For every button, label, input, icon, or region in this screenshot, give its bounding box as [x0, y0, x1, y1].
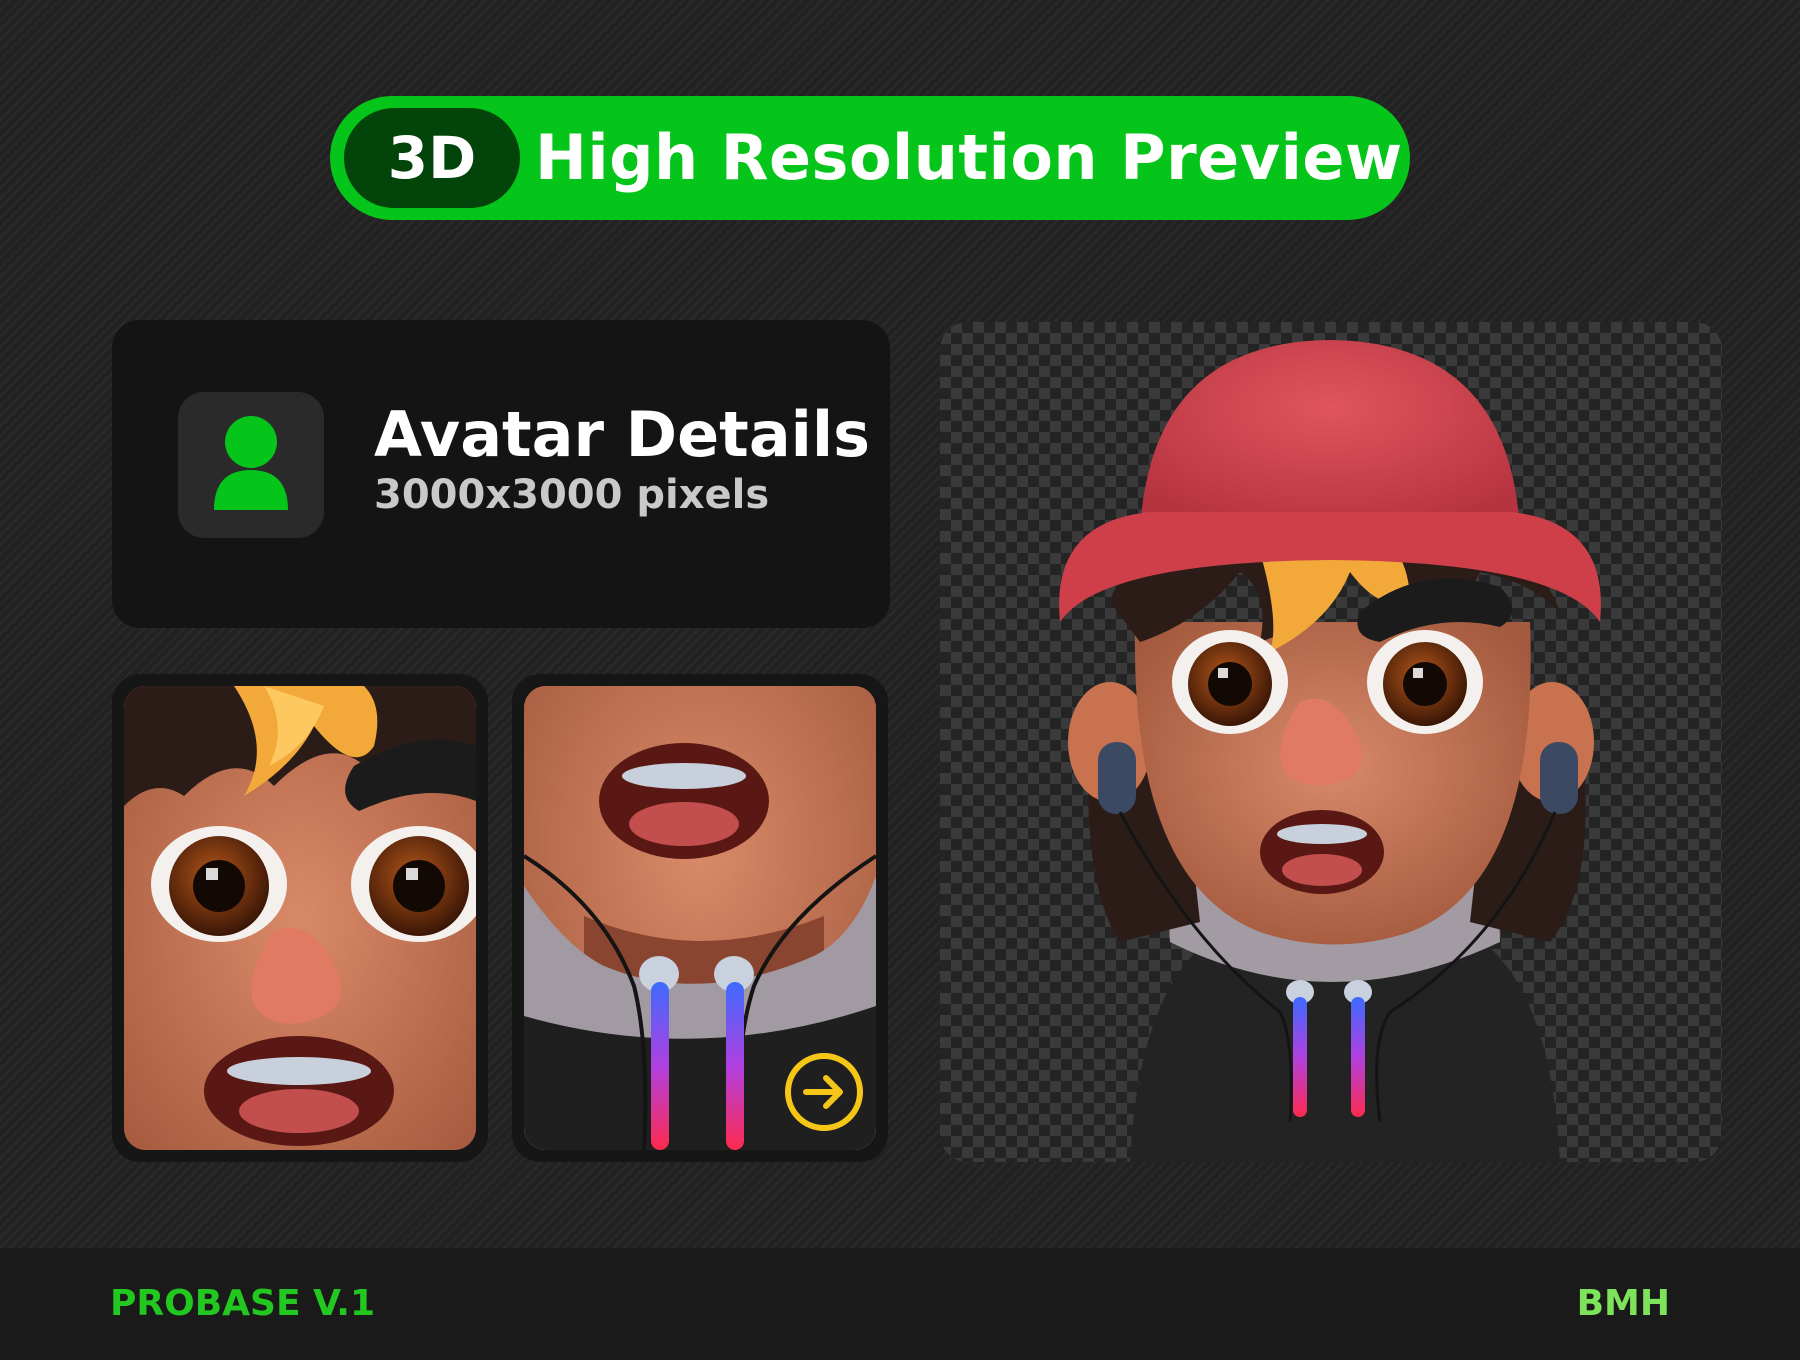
header-pill: 3D High Resolution Preview: [330, 96, 1410, 220]
footer: PROBASE V.1 BMH: [0, 1248, 1800, 1360]
card-title: Avatar Details: [374, 398, 871, 471]
face-closeup-tile: [112, 674, 488, 1162]
brand-mark: BMH: [1576, 1283, 1670, 1324]
card-subtitle: 3000x3000 pixels: [374, 472, 770, 518]
page-title: High Resolution Preview: [535, 121, 1403, 194]
mouth-hoodie-closeup-tile: [512, 674, 888, 1162]
arrow-right-circle-icon[interactable]: [782, 1050, 866, 1134]
user-icon: [178, 392, 324, 538]
avatar-preview: [940, 322, 1722, 1162]
3d-badge: 3D: [344, 108, 520, 208]
avatar-details-card: Avatar Details 3000x3000 pixels: [112, 320, 890, 628]
avatar-illustration: [1059, 340, 1601, 1162]
mouth-hoodie-closeup-image: [524, 686, 876, 1150]
product-name: PROBASE V.1: [110, 1283, 376, 1324]
face-closeup-image: [124, 686, 476, 1150]
